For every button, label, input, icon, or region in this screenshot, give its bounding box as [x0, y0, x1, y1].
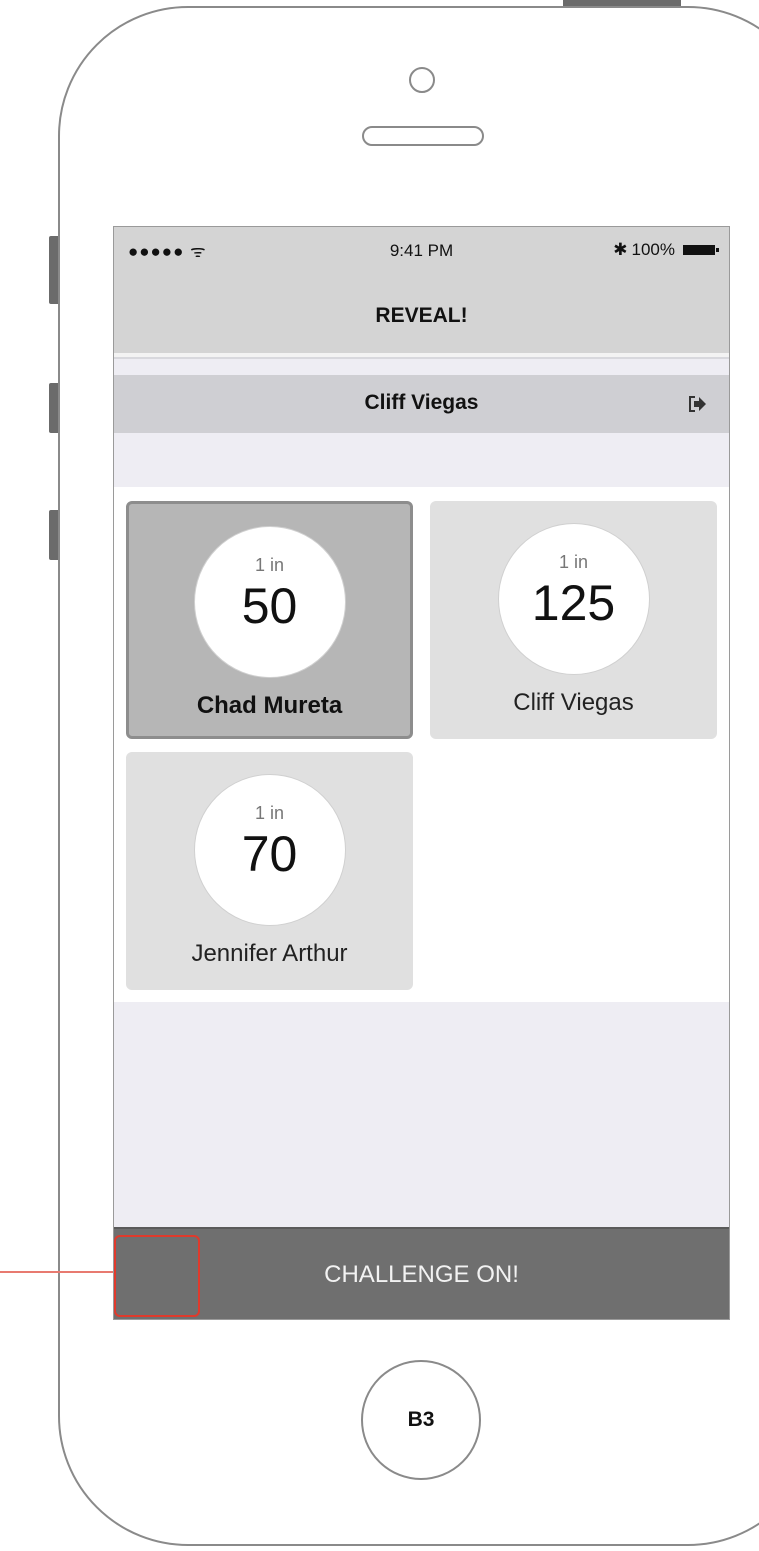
contestant-grid: 1 in 50 Chad Mureta 1 in 125 Cliff Viega…: [114, 487, 729, 1002]
challenge-on-button[interactable]: CHALLENGE ON!: [114, 1227, 729, 1319]
current-user-name: Cliff Viegas: [364, 391, 479, 414]
status-right: ✱ 100%: [613, 240, 719, 260]
home-button[interactable]: B3: [361, 1360, 481, 1480]
odds-badge: 1 in 125: [497, 523, 650, 675]
speaker-grille: [362, 126, 484, 146]
camera-icon: [409, 67, 435, 93]
contestant-name: Jennifer Arthur: [191, 940, 348, 967]
odds-value: 70: [241, 826, 298, 882]
odds-value: 50: [241, 578, 298, 634]
contestant-name: Chad Mureta: [196, 692, 343, 719]
odds-prefix: 1 in: [254, 555, 285, 575]
contestant-card-chad-mureta[interactable]: 1 in 50 Chad Mureta: [126, 501, 413, 739]
home-button-label: B3: [407, 1408, 435, 1431]
odds-badge: 1 in 70: [193, 774, 346, 926]
odds-value: 125: [531, 575, 616, 631]
odds-badge: 1 in 50: [193, 526, 346, 678]
battery-percent: 100%: [631, 240, 675, 259]
challenge-on-label: CHALLENGE ON!: [324, 1261, 519, 1288]
navigation-bar: ●●●●● ᯤ 9:41 PM ✱ 100% REVEAL!: [114, 227, 729, 353]
bluetooth-icon: ✱: [613, 240, 628, 259]
mute-switch: [49, 236, 58, 304]
contestant-card-jennifer-arthur[interactable]: 1 in 70 Jennifer Arthur: [126, 752, 413, 990]
odds-prefix: 1 in: [254, 803, 285, 823]
annotation-connector: [0, 1271, 116, 1273]
user-header: Cliff Viegas: [114, 375, 729, 433]
page-title: REVEAL!: [375, 304, 468, 327]
contestant-card-cliff-viegas[interactable]: 1 in 125 Cliff Viegas: [430, 501, 717, 739]
phone-screen: ●●●●● ᯤ 9:41 PM ✱ 100% REVEAL! Cliff Vie…: [113, 226, 730, 1320]
logout-icon[interactable]: [687, 395, 707, 413]
contestant-name: Cliff Viegas: [513, 689, 634, 716]
divider: [114, 357, 729, 359]
wireframe-stage: ●●●●● ᯤ 9:41 PM ✱ 100% REVEAL! Cliff Vie…: [0, 0, 759, 1551]
volume-up-button: [49, 383, 58, 433]
battery-icon: [683, 245, 719, 255]
volume-down-button: [49, 510, 58, 560]
odds-prefix: 1 in: [558, 552, 589, 572]
